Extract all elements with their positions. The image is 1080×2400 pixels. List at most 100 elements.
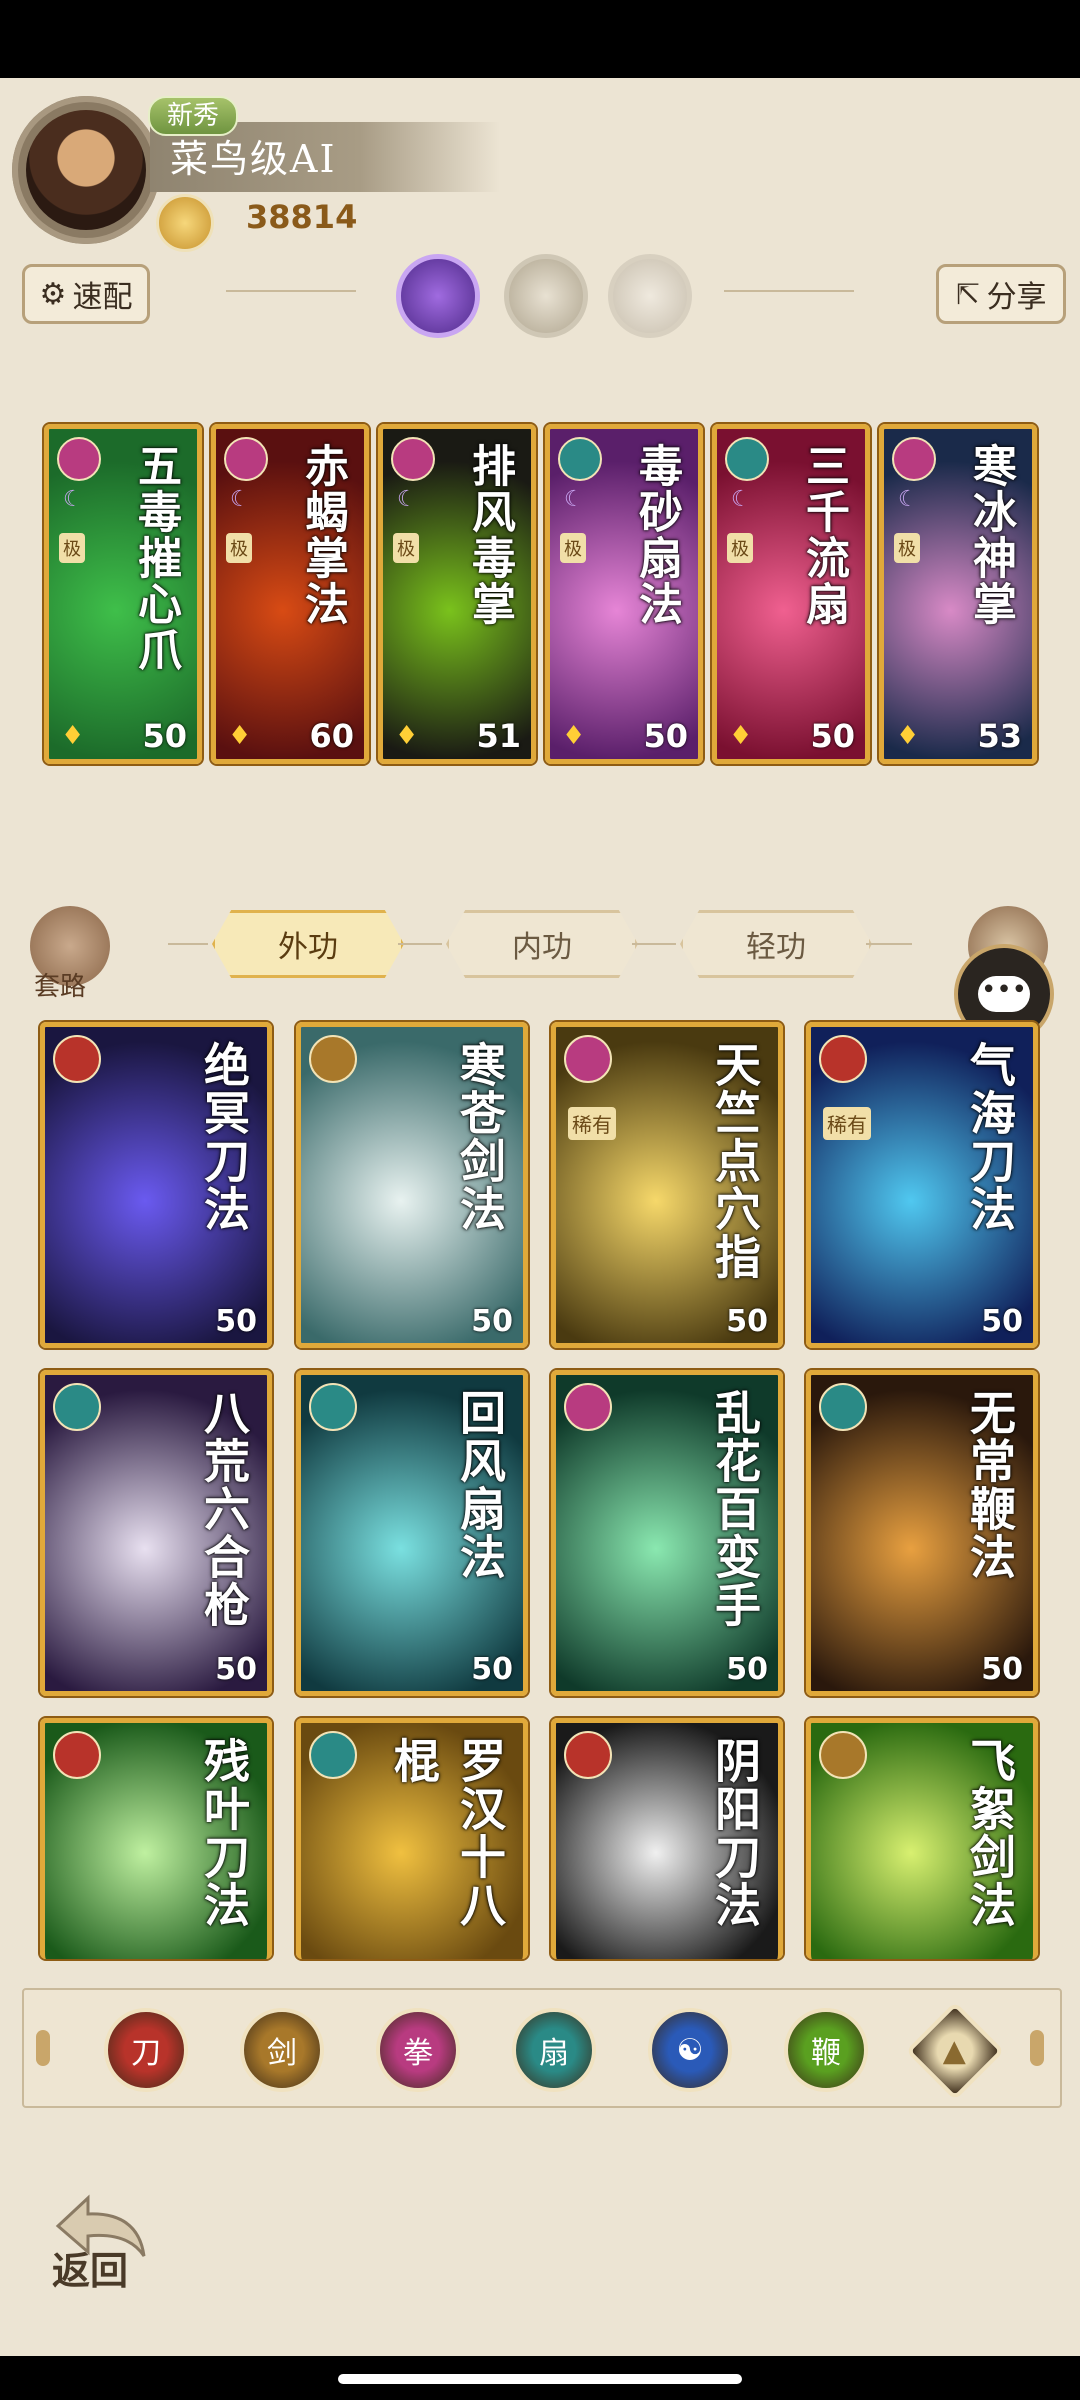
element-icon: [57, 437, 101, 481]
skill-card[interactable]: ☾ 寒冰神掌 极 ♦ 53: [879, 424, 1037, 764]
tab-label: 轻功: [746, 930, 806, 965]
rarity-tag: 极: [226, 533, 252, 563]
skill-card[interactable]: 八荒六合枪 50: [40, 1370, 272, 1696]
element-icon: [309, 1383, 357, 1431]
card-title: 绝冥刀法: [197, 1041, 251, 1233]
skill-card[interactable]: 乱花百变手 50: [551, 1370, 783, 1696]
skill-card[interactable]: ☾ 赤蝎掌法 极 ♦ 60: [211, 424, 369, 764]
filter-glyph: ☯: [676, 2032, 704, 2068]
divider: [398, 943, 442, 945]
card-title: 乱花百变手: [708, 1389, 762, 1629]
rarity-tag: 稀有: [823, 1107, 871, 1140]
element-icon: [819, 1383, 867, 1431]
card-level: 50: [142, 717, 187, 755]
card-level: 50: [471, 1304, 513, 1339]
share-label: 分享: [986, 280, 1047, 315]
flame-icon: ♦: [896, 721, 920, 751]
card-title: 八荒六合枪: [197, 1389, 251, 1629]
filter-glyph: 拳: [403, 2036, 433, 2071]
fist-icon[interactable]: 拳: [376, 2008, 460, 2092]
tab-qinggong[interactable]: 轻功: [680, 910, 872, 978]
sword-icon[interactable]: 剑: [240, 2008, 324, 2092]
whip-icon[interactable]: 鞭: [784, 2008, 868, 2092]
card-title: 飞絮剑法: [963, 1737, 1017, 1929]
filter-glyph: 扇: [539, 2036, 569, 2071]
mode-moon-button[interactable]: [396, 254, 480, 338]
skill-card[interactable]: ☾ 排风毒掌 极 ♦ 51: [378, 424, 536, 764]
skill-card[interactable]: 回风扇法 50: [296, 1370, 528, 1696]
share-button[interactable]: ⇱ 分享: [936, 264, 1066, 324]
share-icon: ⇱: [955, 276, 981, 312]
back-label[interactable]: 返回: [52, 2240, 128, 2295]
quick-config-button[interactable]: ⚙ 速配: [22, 264, 150, 324]
skill-card[interactable]: 气海刀法 稀有 50: [806, 1022, 1038, 1348]
skill-card[interactable]: ☾ 毒砂扇法 极 ♦ 50: [545, 424, 703, 764]
filter-glyph: 鞭: [811, 2036, 841, 2071]
card-title: 赤蝎掌法: [297, 443, 348, 627]
status-bar: [0, 0, 1080, 78]
element-icon: [53, 1383, 101, 1431]
skill-card[interactable]: 阴阳刀法: [551, 1718, 783, 1959]
skill-card[interactable]: 残叶刀法: [40, 1718, 272, 1959]
card-level: 53: [977, 717, 1022, 755]
card-title: 寒苍剑法: [453, 1041, 507, 1233]
tab-label: 内功: [512, 930, 572, 965]
card-level: 50: [215, 1652, 257, 1687]
rarity-tag: 极: [727, 533, 753, 563]
card-title: 阴阳刀法: [708, 1737, 762, 1929]
card-level: 50: [643, 717, 688, 755]
skill-card[interactable]: 飞絮剑法: [806, 1718, 1038, 1959]
power-value: 38814: [246, 198, 358, 236]
blade-icon[interactable]: 刀: [104, 2008, 188, 2092]
chat-icon: •••: [978, 976, 1030, 1012]
tab-label: 外功: [278, 930, 338, 965]
divider: [226, 290, 356, 292]
card-title: 罗汉十八棍: [387, 1737, 507, 1929]
skill-card[interactable]: 寒苍剑法 50: [296, 1022, 528, 1348]
skill-card[interactable]: 无常鞭法 50: [806, 1370, 1038, 1696]
mode-eclipse-button[interactable]: [608, 254, 692, 338]
tab-waigong[interactable]: 外功: [212, 910, 404, 978]
skill-card[interactable]: 天竺点穴指 稀有 50: [551, 1022, 783, 1348]
moon-icon: ☾: [898, 487, 918, 512]
rarity-tag: 极: [894, 533, 920, 563]
card-level: 50: [981, 1652, 1023, 1687]
avatar[interactable]: [26, 110, 146, 230]
card-level: 50: [215, 1304, 257, 1339]
flame-icon: ♦: [395, 721, 419, 751]
element-icon: [819, 1035, 867, 1083]
element-icon: [564, 1383, 612, 1431]
home-indicator[interactable]: [338, 2374, 742, 2384]
skill-card[interactable]: 罗汉十八棍: [296, 1718, 528, 1959]
filter-glyph: 剑: [267, 2036, 297, 2071]
divider: [632, 943, 676, 945]
rarity-tag: 极: [560, 533, 586, 563]
card-title: 气海刀法: [963, 1041, 1017, 1233]
divider: [866, 943, 912, 945]
divider: [168, 943, 208, 945]
filter-glyph: 刀: [131, 2036, 161, 2071]
rarity-tag: 稀有: [568, 1107, 616, 1140]
yinyang-icon[interactable]: ☯: [648, 2008, 732, 2092]
card-title: 回风扇法: [453, 1389, 507, 1581]
rarity-tag: 极: [393, 533, 419, 563]
flame-icon: ♦: [562, 721, 586, 751]
skill-card[interactable]: ☾ 五毒摧心爪 极 ♦ 50: [44, 424, 202, 764]
element-icon: [53, 1035, 101, 1083]
power-icon: [156, 194, 214, 252]
element-icon: [309, 1035, 357, 1083]
element-icon: [892, 437, 936, 481]
player-name: 菜鸟级AI: [170, 137, 337, 181]
skill-card[interactable]: ☾ 三千流扇 极 ♦ 50: [712, 424, 870, 764]
skill-card[interactable]: 绝冥刀法 50: [40, 1022, 272, 1348]
card-title: 排风毒掌: [464, 443, 515, 627]
card-title: 残叶刀法: [197, 1737, 251, 1929]
moon-icon: ☾: [397, 487, 417, 512]
mode-sun-button[interactable]: [504, 254, 588, 338]
quick-config-label: 速配: [72, 280, 133, 315]
tab-neigong[interactable]: 内功: [446, 910, 638, 978]
element-icon: [391, 437, 435, 481]
fan-icon[interactable]: 扇: [512, 2008, 596, 2092]
rarity-tag: 极: [59, 533, 85, 563]
moon-icon: ☾: [230, 487, 250, 512]
